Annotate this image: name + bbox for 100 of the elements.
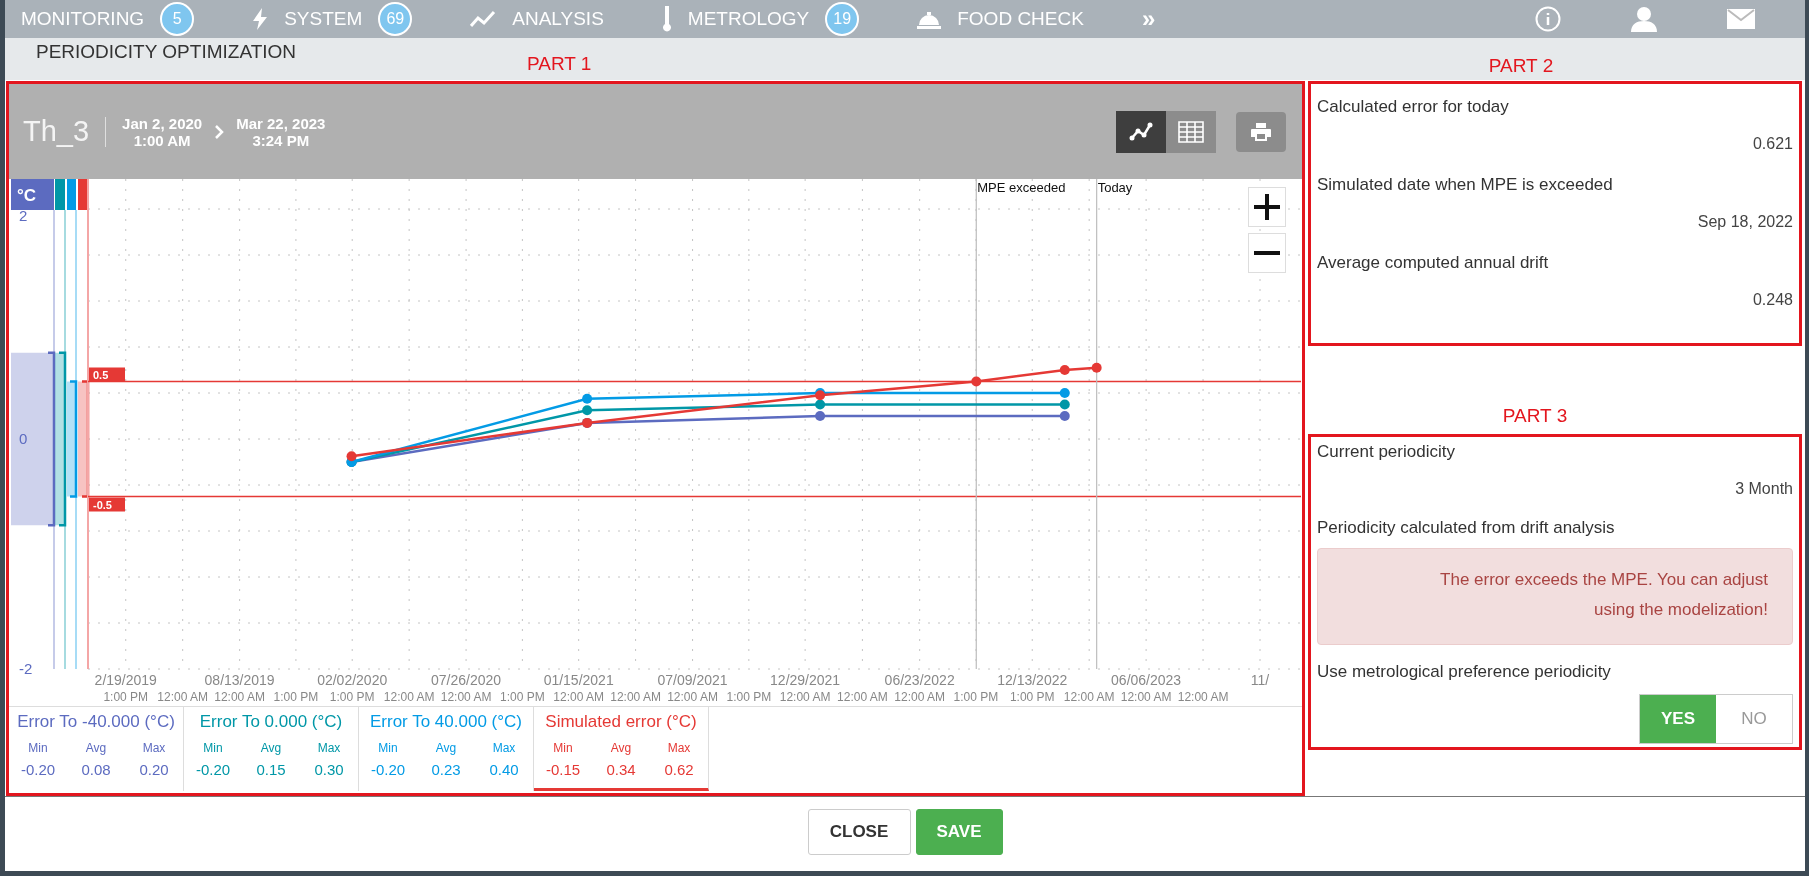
sensor-name: Th_3 [23, 113, 90, 149]
stat-label: Max [666, 739, 692, 757]
data-point [971, 376, 982, 387]
stat-label: Max [141, 739, 167, 757]
axis-tick-label: 12/13/2022 [997, 672, 1068, 688]
field-label: Average computed annual drift [1317, 252, 1550, 274]
axis-tick-label: 12:00 AM [157, 690, 209, 704]
data-point [1059, 411, 1070, 421]
stat-value: -0.15 [544, 759, 582, 780]
nav-tab[interactable]: MONITORING [21, 4, 145, 34]
toggle-option[interactable]: YES [1640, 694, 1716, 743]
save-button[interactable]: SAVE [915, 809, 1003, 855]
axis-tick-label: 1:00 PM [329, 690, 375, 704]
stat-label: Avg [434, 739, 458, 757]
field-label: Periodicity calculated from drift analysis [1317, 516, 1616, 539]
axis-tick-label: 01/15/2021 [543, 672, 614, 688]
info-icon[interactable] [1535, 6, 1561, 32]
stat-value: 0.40 [488, 759, 520, 780]
axis-tick-label: 12:00 AM [1177, 690, 1229, 704]
line-chart-icon [1129, 121, 1153, 142]
axis-tick-label: 12:00 AM [1120, 690, 1172, 704]
axis-tick-label: 12:00 AM [553, 690, 604, 704]
field-value: 0.621 [1752, 133, 1793, 154]
range-time: 3:24 PM [252, 131, 310, 149]
axis-tick-label: 11/ [1250, 672, 1270, 688]
axis-tick-label: 1:00 PM [726, 690, 772, 704]
stat-label: Max [316, 739, 342, 757]
stat-value: 0.20 [138, 759, 170, 780]
mail-icon[interactable] [1727, 9, 1755, 29]
nav-tab[interactable]: FOOD CHECK [957, 4, 1084, 34]
data-point [815, 411, 826, 421]
marker-label: Today [1097, 180, 1133, 195]
dialog-title: PERIODICITY OPTIMIZATION [35, 40, 298, 64]
minus-icon [1254, 251, 1280, 255]
limit-badge: -0.5 [89, 497, 125, 512]
axis-tick-label: -2 [19, 660, 33, 677]
axis-tick-label: 12/29/2021 [770, 672, 841, 688]
axis-tick-label: 0 [19, 430, 28, 447]
axis-tick-label: 02/02/2020 [317, 672, 388, 688]
nav-tab[interactable]: METROLOGY [687, 4, 810, 34]
chart-view-button[interactable] [1116, 110, 1166, 153]
user-icon[interactable] [1631, 6, 1657, 32]
unit-label: °C [11, 179, 54, 210]
axis-tick-label: 07/26/2020 [431, 672, 502, 688]
legend-item[interactable]: Error To -40.000 (°C) Min Avg Max -0.20 0.08 0.20 [9, 707, 184, 791]
field-value: Sep 18, 2022 [1697, 211, 1793, 232]
stat-value: 0.15 [255, 759, 287, 780]
axis-tick-label: 12:00 AM [440, 690, 492, 704]
annotation-label: PART 1 [527, 52, 592, 74]
table-grid-icon [1178, 120, 1204, 143]
data-point [1091, 362, 1102, 373]
zoom-in-button[interactable] [1248, 187, 1286, 227]
stat-label: Min [202, 739, 224, 757]
axis-tick-label: 1:00 PM [103, 690, 149, 704]
stat-label: Max [491, 739, 517, 757]
cloche-icon [917, 9, 942, 29]
axis-tick-label: 2 [19, 207, 28, 224]
zoom-out-button[interactable] [1248, 233, 1286, 273]
axis-tick-label: 06/06/2023 [1111, 672, 1182, 688]
close-button[interactable]: CLOSE [807, 809, 911, 855]
nav-tab[interactable]: ANALYSIS [512, 4, 604, 34]
annotation-label: PART 3 [1502, 403, 1568, 428]
legend-title: Error To -40.000 (°C) [17, 711, 175, 733]
data-point [1059, 388, 1070, 398]
field-label: Use metrological preference periodicity [1317, 661, 1612, 683]
axis-tick-label: 1:00 PM [953, 690, 999, 704]
print-button[interactable] [1236, 111, 1286, 152]
data-point [815, 399, 826, 410]
lightning-icon [252, 8, 269, 30]
data-point [1059, 365, 1070, 375]
field-label: Calculated error for today [1317, 96, 1510, 118]
legend-item[interactable]: Simulated error (°C) Min Avg Max -0.15 0.34 0.62 [534, 707, 709, 791]
annotation-label: PART 2 [1488, 53, 1554, 78]
legend-item[interactable]: Error To 40.000 (°C) Min Avg Max -0.20 0.23 0.40 [359, 707, 534, 791]
axis-tick-label: 1:00 PM [500, 690, 545, 704]
field-value: 3 Month [1735, 478, 1793, 499]
count-badge: 19 [825, 2, 860, 36]
axis-tick-label: 1:00 PM [1009, 690, 1055, 704]
legend-title: Error To 0.000 (°C) [199, 711, 343, 733]
stat-value: 0.30 [313, 759, 345, 780]
alert-message: The error exceeds the MPE. You can adjust using the modelization! [1317, 548, 1793, 645]
data-point [1059, 399, 1070, 410]
axis-tick-label: 12:00 AM [1063, 690, 1115, 704]
legend-item[interactable]: Error To 0.000 (°C) Min Avg Max -0.20 0.15 0.30 [184, 707, 359, 791]
stat-label: Avg [609, 739, 633, 757]
axis-tick-label: 12:00 AM [383, 690, 435, 704]
axis-tick-label: 2/19/2019 [94, 672, 157, 688]
axis-tick-label: 07/09/2021 [657, 672, 728, 688]
limit-badge: 0.5 [89, 367, 125, 382]
field-label: Current periodicity [1317, 441, 1456, 463]
series-color-tab [55, 179, 65, 210]
axis-tick-label: 12:00 AM [779, 690, 831, 704]
data-point [582, 393, 593, 404]
count-badge: 5 [160, 2, 195, 36]
more-button[interactable]: » [1141, 1, 1156, 37]
range-time: 1:00 AM [133, 131, 191, 149]
nav-tab[interactable]: SYSTEM [284, 4, 363, 34]
axis-tick-label: 08/13/2019 [204, 672, 275, 688]
axis-tick-label: 06/23/2022 [884, 672, 955, 688]
axis-tick-label: 12:00 AM [837, 690, 888, 704]
